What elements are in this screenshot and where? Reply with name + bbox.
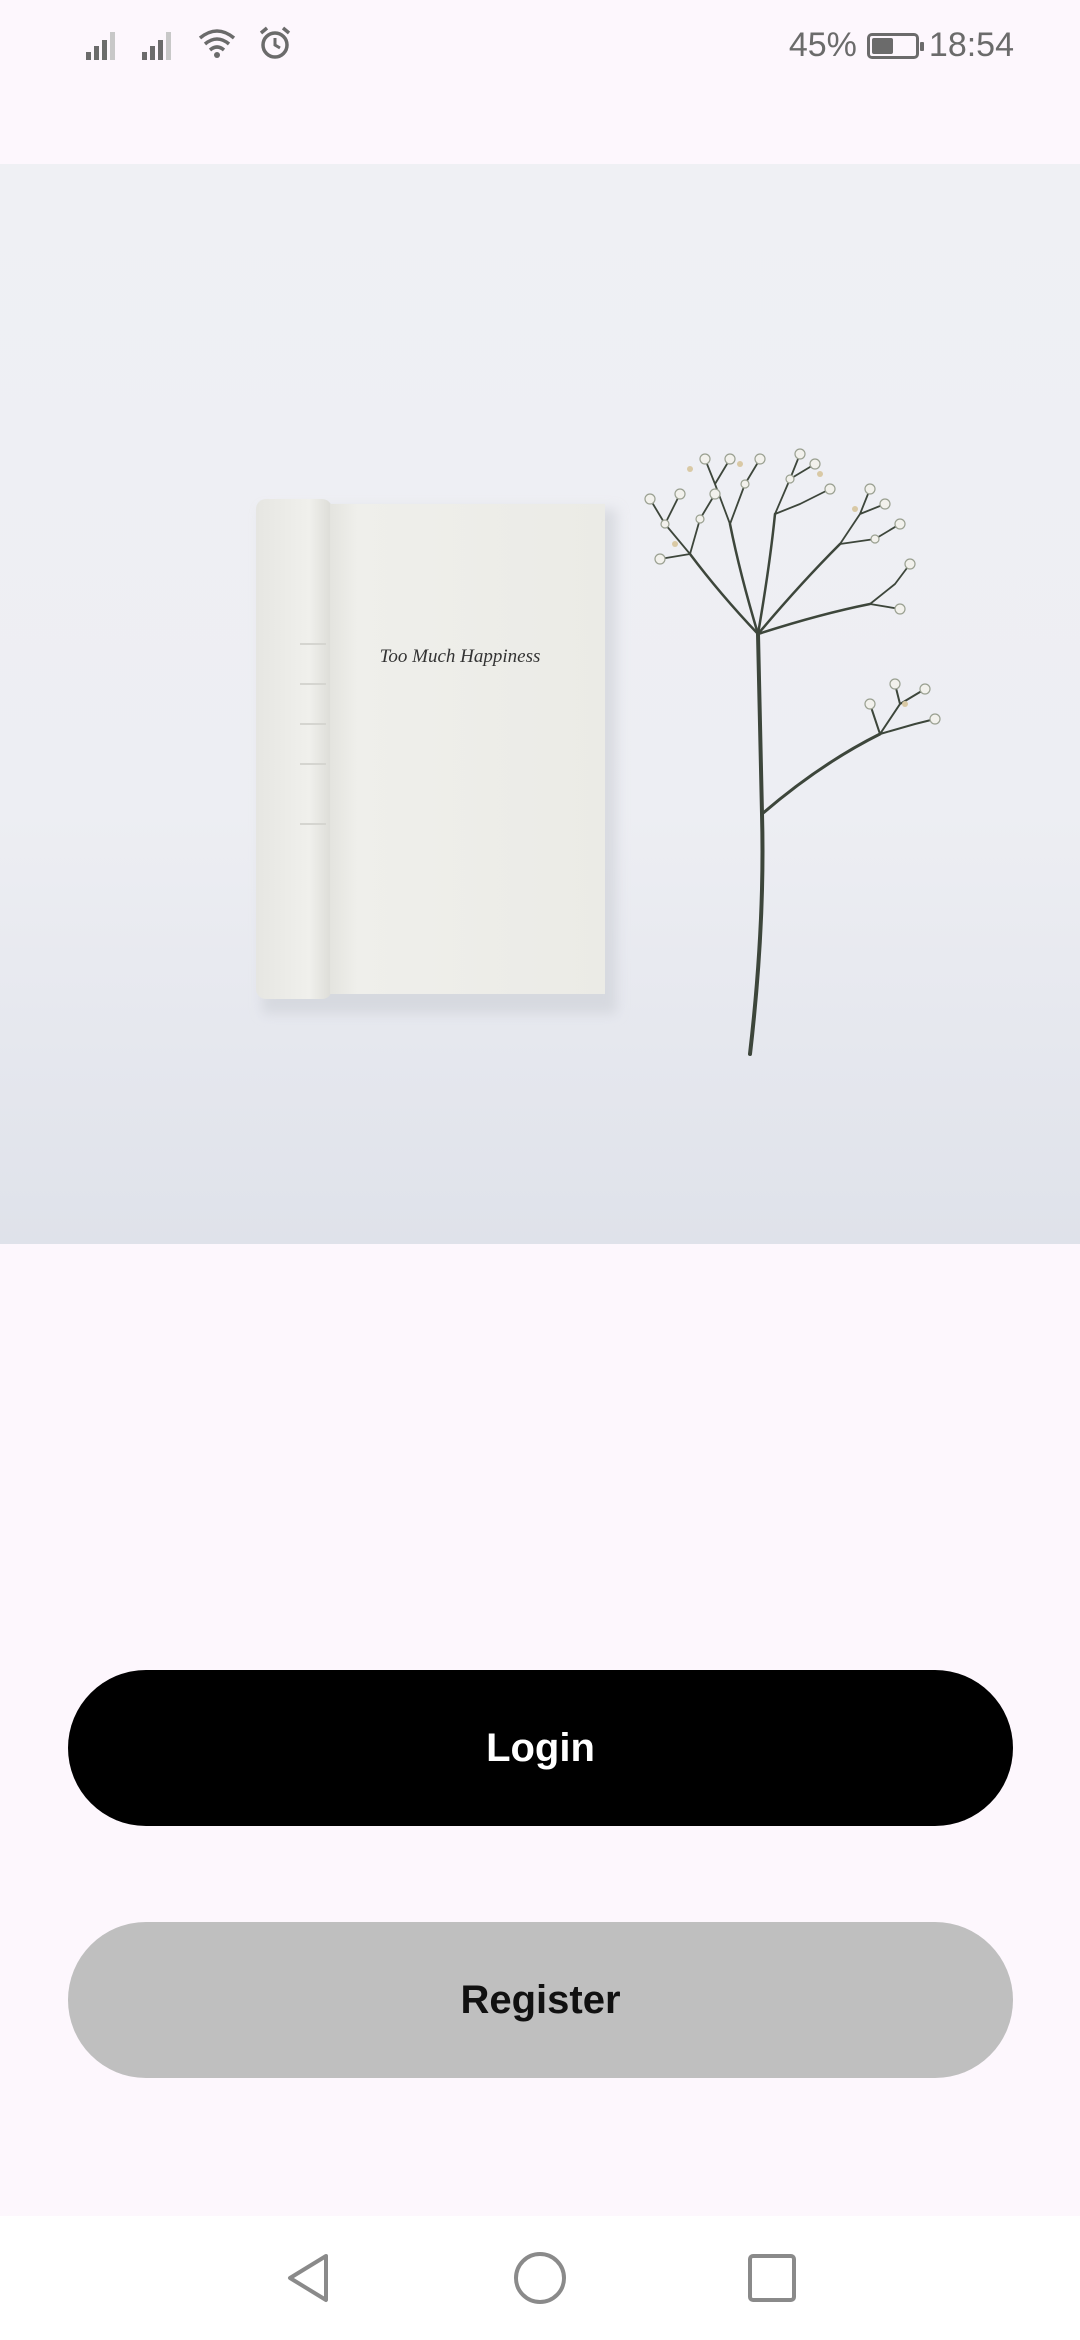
flower-blossoms	[644, 448, 941, 725]
back-icon	[288, 2254, 328, 2302]
login-button[interactable]: Login	[68, 1670, 1013, 1826]
clock: 18:54	[928, 26, 1014, 64]
status-bar: 45% 18:54	[0, 0, 1080, 92]
battery-percent: 45%	[788, 26, 857, 64]
book-left-page	[256, 499, 332, 999]
hero-image: Too Much Happiness	[0, 164, 1080, 1244]
dried-flower	[649, 453, 936, 1056]
recents-button[interactable]	[742, 2248, 802, 2308]
recents-icon	[748, 2254, 796, 2302]
battery-icon	[866, 32, 924, 59]
alarm-icon	[259, 26, 291, 59]
status-icons-left	[86, 26, 292, 60]
home-button[interactable]	[510, 2248, 570, 2308]
book-right-page	[330, 504, 605, 994]
signal-icon	[86, 32, 115, 60]
status-icons-right: 45% 18:54	[789, 26, 1014, 65]
hero-illustration: Too Much Happiness	[256, 448, 941, 1056]
register-button[interactable]: Register	[68, 1922, 1013, 2078]
battery-level	[871, 37, 893, 54]
book-title: Too Much Happiness	[380, 646, 541, 667]
wifi-icon	[198, 29, 236, 58]
home-icon	[514, 2252, 566, 2304]
signal-icon	[142, 32, 171, 60]
back-button[interactable]	[278, 2248, 338, 2308]
navigation-bar	[0, 2216, 1080, 2340]
